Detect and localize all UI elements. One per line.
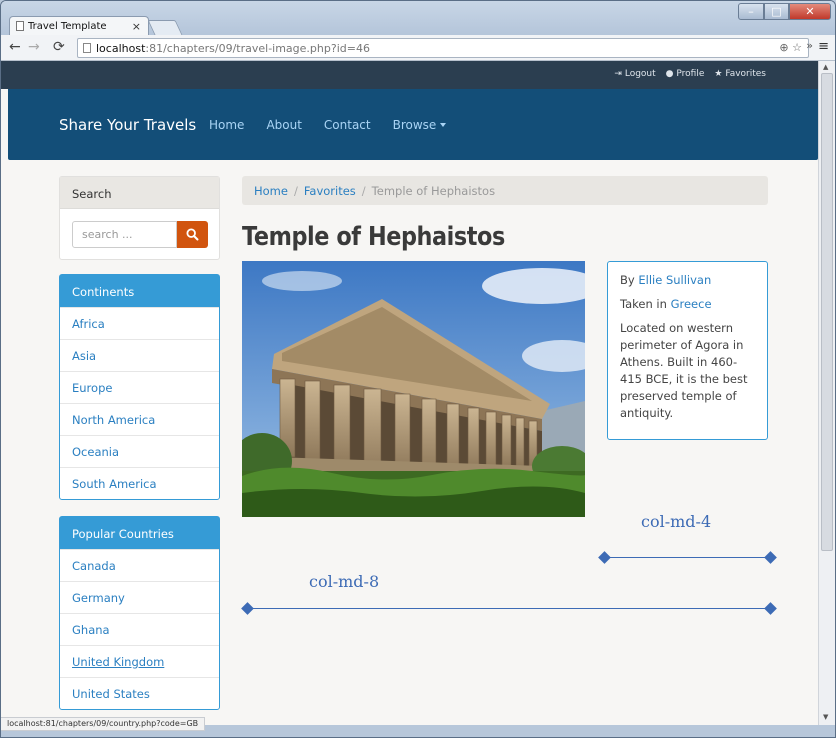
browser-toolbar: ← → ⟳ localhost:81/chapters/09/travel-im…: [1, 35, 835, 61]
user-icon: ●: [665, 69, 674, 79]
col-md-4-line: [605, 557, 771, 558]
continent-item-africa[interactable]: Africa: [60, 307, 219, 339]
title-bar: Travel Template × – □ ✕: [1, 1, 835, 36]
search-panel-title: Search: [60, 177, 219, 209]
profile-link[interactable]: ● Profile: [666, 69, 705, 79]
tab-close-icon[interactable]: ×: [132, 20, 141, 33]
caret-down-icon: [440, 123, 447, 127]
continent-item-asia[interactable]: Asia: [60, 339, 219, 371]
favorites-link[interactable]: ★ Favorites: [714, 69, 766, 79]
col-md-8-line: [247, 608, 771, 609]
country-item-united-states[interactable]: United States: [60, 677, 219, 709]
country-item-germany[interactable]: Germany: [60, 581, 219, 613]
author-line: By Ellie Sullivan: [620, 273, 712, 287]
diamond-marker: [598, 551, 611, 564]
continent-item-north-america[interactable]: North America: [60, 403, 219, 435]
breadcrumb-home[interactable]: Home: [254, 184, 288, 198]
menu-icon[interactable]: ≡: [818, 39, 829, 54]
breadcrumb-separator: /: [293, 184, 298, 198]
new-tab-button[interactable]: [147, 20, 183, 35]
breadcrumb-favorites[interactable]: Favorites: [304, 184, 356, 198]
vertical-scrollbar[interactable]: ▲ ▼: [818, 61, 835, 725]
countries-panel: Popular Countries Canada Germany Ghana U…: [59, 516, 220, 710]
photo-info-box: By Ellie Sullivan Taken in Greece Locate…: [607, 261, 768, 440]
search-button[interactable]: [177, 221, 208, 248]
back-icon[interactable]: ←: [9, 39, 21, 55]
url-path: :81/chapters/09/travel-image.php?id=46: [145, 42, 370, 55]
photo-description: Located on western perimeter of Agora in…: [620, 321, 748, 420]
nav-contact[interactable]: Contact: [324, 118, 371, 132]
col-md-4-label: col-md-4: [641, 512, 712, 531]
countries-panel-title: Popular Countries: [60, 517, 219, 549]
reload-icon[interactable]: ⟳: [53, 39, 65, 55]
continent-item-oceania[interactable]: Oceania: [60, 435, 219, 467]
tab-title: Travel Template: [28, 21, 107, 32]
search-input[interactable]: search ...: [72, 221, 177, 248]
page-icon: [83, 43, 91, 53]
chevron-right-icon[interactable]: »: [806, 39, 813, 52]
browser-tab[interactable]: Travel Template ×: [9, 16, 149, 36]
continent-item-europe[interactable]: Europe: [60, 371, 219, 403]
page-viewport: ⇥ Logout ● Profile ★ Favorites Share You…: [1, 61, 818, 725]
zoom-icon[interactable]: ⊕: [779, 41, 788, 54]
maximize-button[interactable]: □: [764, 3, 789, 20]
search-icon: [186, 228, 199, 241]
continents-panel-title: Continents: [60, 275, 219, 307]
location-line: Taken in Greece: [620, 297, 712, 311]
star-icon: ★: [714, 69, 723, 79]
search-panel: Search search ...: [59, 176, 220, 260]
breadcrumb-separator: /: [361, 184, 366, 198]
temple-image: [242, 261, 585, 517]
country-item-canada[interactable]: Canada: [60, 549, 219, 581]
nav-home[interactable]: Home: [209, 118, 244, 132]
diamond-marker: [764, 602, 777, 615]
continents-panel: Continents Africa Asia Europe North Amer…: [59, 274, 220, 500]
page-icon: [16, 21, 24, 31]
close-window-button[interactable]: ✕: [789, 3, 831, 20]
diamond-marker: [764, 551, 777, 564]
page-title: Temple of Hephaistos: [242, 222, 505, 252]
country-item-ghana[interactable]: Ghana: [60, 613, 219, 645]
browser-window: Travel Template × – □ ✕ ← → ⟳ localhost:…: [0, 0, 836, 738]
brand-link[interactable]: Share Your Travels: [59, 116, 196, 134]
utility-bar: ⇥ Logout ● Profile ★ Favorites: [1, 61, 818, 89]
star-icon[interactable]: ☆: [792, 41, 802, 54]
diamond-marker: [241, 602, 254, 615]
nav-browse[interactable]: Browse: [393, 118, 447, 132]
address-bar[interactable]: localhost:81/chapters/09/travel-image.ph…: [77, 38, 809, 58]
logout-link[interactable]: ⇥ Logout: [614, 69, 655, 79]
scrollbar-thumb[interactable]: [821, 73, 833, 551]
country-link[interactable]: Greece: [671, 297, 712, 311]
scroll-down-icon[interactable]: ▼: [823, 713, 828, 721]
breadcrumb-current: Temple of Hephaistos: [371, 184, 496, 198]
status-bar: localhost:81/chapters/09/country.php?cod…: [1, 717, 206, 731]
continent-item-south-america[interactable]: South America: [60, 467, 219, 499]
minimize-button[interactable]: –: [738, 3, 764, 20]
nav-about[interactable]: About: [266, 118, 301, 132]
logout-icon: ⇥: [614, 69, 622, 79]
temple-photo[interactable]: [242, 261, 585, 517]
scroll-up-icon[interactable]: ▲: [823, 63, 828, 71]
breadcrumb: Home / Favorites / Temple of Hephaistos: [242, 176, 768, 205]
col-md-8-label: col-md-8: [309, 572, 380, 591]
url-host: localhost: [96, 42, 146, 55]
author-link[interactable]: Ellie Sullivan: [638, 273, 711, 287]
main-navbar: Share Your Travels Home About Contact Br…: [8, 89, 818, 160]
country-item-united-kingdom[interactable]: United Kingdom: [60, 645, 219, 677]
forward-icon[interactable]: →: [28, 39, 40, 55]
